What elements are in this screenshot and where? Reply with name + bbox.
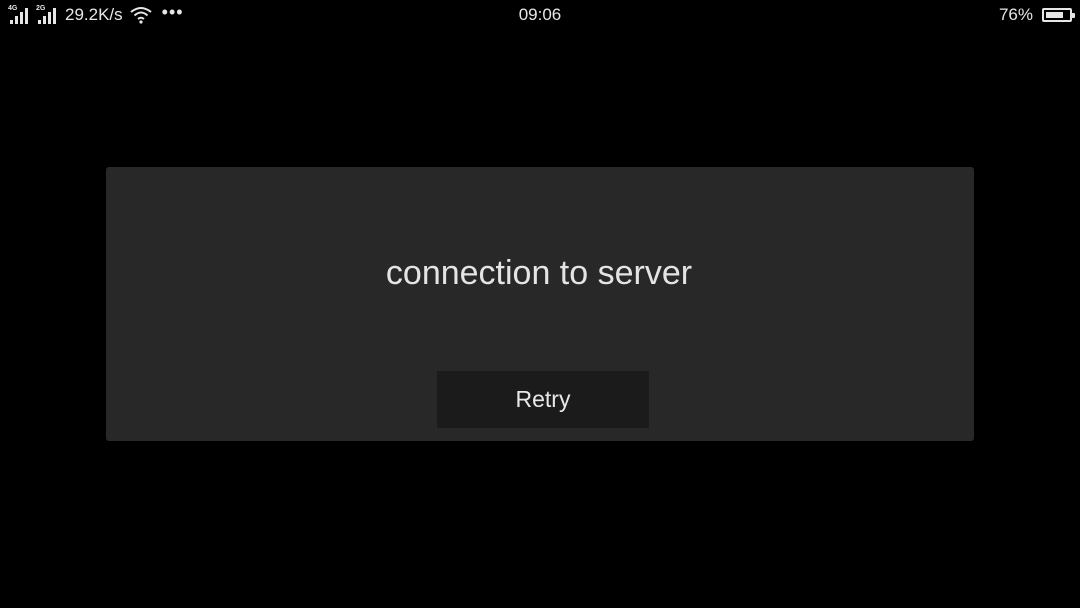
status-bar-right: 76% <box>998 5 1075 25</box>
connection-dialog: connection to server Retry <box>106 167 974 441</box>
battery-level-fill <box>1046 12 1063 18</box>
retry-button[interactable]: Retry <box>437 371 649 428</box>
dialog-message: connection to server <box>385 254 693 292</box>
battery-percent: 76% <box>998 5 1033 24</box>
status-bar: 4G 2G 29.2K/s ••• 09:06 76% <box>0 0 1080 30</box>
battery-icon <box>1042 8 1075 22</box>
status-clock: 09:06 <box>518 5 562 24</box>
